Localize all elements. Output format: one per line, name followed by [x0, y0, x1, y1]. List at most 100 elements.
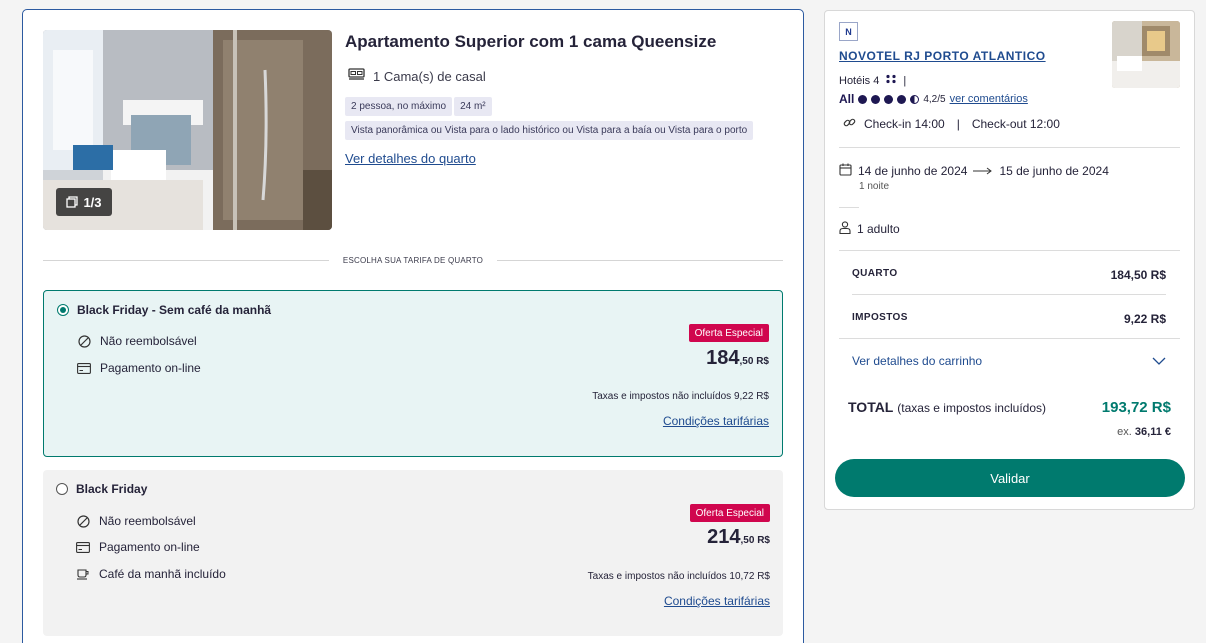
price-main: 184: [706, 347, 740, 369]
photo-counter-text: 1/3: [83, 194, 102, 210]
coffee-cup-icon: [76, 567, 90, 581]
tag-capacity: 2 pessoa, no máximo: [345, 97, 453, 116]
date-from: 14 de junho de 2024: [858, 164, 968, 178]
rate-conditions-link[interactable]: Condições tarifárias: [663, 414, 769, 428]
room-title: Apartamento Superior com 1 cama Queensiz…: [345, 32, 717, 51]
feature-online-payment: Pagamento on-line: [77, 361, 201, 375]
novotel-logo: N: [839, 22, 858, 41]
bed-label: 1 Cama(s) de casal: [373, 68, 486, 84]
validate-button[interactable]: Validar: [835, 459, 1185, 497]
special-offer-badge: Oferta Especial: [688, 324, 769, 342]
rate-section-label: ESCOLHA SUA TARIFA DE QUARTO: [342, 256, 484, 265]
stay-dates: 14 de junho de 2024 15 de junho de 2024: [839, 163, 1109, 179]
room-details-link[interactable]: Ver detalhes do quarto: [345, 151, 476, 166]
tag-size: 24 m²: [454, 97, 492, 116]
rating-dot-icon: [871, 94, 881, 104]
rating-score: 4,2/5: [923, 93, 946, 105]
room-tags: 2 pessoa, no máximo 24 m² Vista panorâmic…: [345, 96, 765, 144]
room-card: 1/3 Apartamento Superior com 1 cama Quee…: [22, 9, 804, 643]
rating-dot-icon: [897, 94, 907, 104]
divider-line-left: [43, 260, 329, 261]
hotel-category: Hotéis 4 |: [839, 74, 906, 87]
feature-label: Café da manhã incluído: [99, 567, 226, 581]
no-entry-icon: [76, 514, 90, 528]
hotel-rating: All 4,2/5 ver comentários: [839, 92, 1028, 106]
rate-conditions-link[interactable]: Condições tarifárias: [664, 594, 770, 608]
feature-label: Pagamento on-line: [100, 361, 201, 375]
price-cents: ,50 R$: [739, 356, 769, 367]
rate-radio-selected[interactable]: [57, 304, 69, 316]
room-price-line: QUARTO 184,50 R$: [852, 268, 1166, 282]
person-icon: [839, 221, 851, 237]
category-label: Hotéis 4: [839, 74, 880, 87]
hotel-name-link[interactable]: NOVOTEL RJ PORTO ATLANTICO: [839, 49, 1046, 63]
reviews-link[interactable]: ver comentários: [950, 93, 1028, 105]
feature-label: Não reembolsável: [100, 334, 197, 348]
photo-counter[interactable]: 1/3: [56, 188, 112, 216]
arrow-right-icon: [973, 164, 993, 178]
tax-note: Taxas e impostos não incluídos 9,22 R$: [592, 391, 769, 402]
cart-details-label: Ver detalhes do carrinho: [852, 354, 983, 368]
guest-label: 1 adulto: [857, 222, 900, 236]
feature-breakfast-included: Café da manhã incluído: [76, 567, 226, 581]
link-icon: [843, 116, 856, 132]
feature-label: Não reembolsável: [99, 514, 196, 528]
feature-label: Pagamento on-line: [99, 540, 200, 554]
guest-count: 1 adulto: [839, 221, 900, 237]
room-photo[interactable]: 1/3: [43, 30, 332, 230]
rate-radio[interactable]: [56, 483, 68, 495]
tax-value: 9,22 R$: [1123, 312, 1166, 326]
feature-non-refundable: Não reembolsável: [76, 514, 196, 528]
no-entry-icon: [77, 334, 91, 348]
rate-price: 214,50 R$: [707, 526, 770, 549]
date-to: 15 de junho de 2024: [999, 164, 1109, 178]
booking-summary: N NOVOTEL RJ PORTO ATLANTICO Hotéis 4 | …: [824, 10, 1195, 510]
feature-online-payment: Pagamento on-line: [76, 540, 200, 554]
total-label: TOTAL (taxas e impostos incluídos): [848, 399, 1046, 415]
tax-note: Taxas e impostos não incluídos 10,72 R$: [587, 571, 770, 582]
credit-card-icon: [77, 361, 91, 375]
converted-price: ex. 36,11 €: [1117, 426, 1171, 438]
rate-name: Black Friday: [76, 482, 148, 496]
rate-option-black-friday[interactable]: Black Friday Não reembolsável Pagamento …: [43, 470, 783, 636]
divider-short: [839, 207, 859, 208]
checkout-time: Check-out 12:00: [971, 117, 1060, 131]
bed-icon: [348, 68, 365, 84]
rate-price: 184,50 R$: [706, 347, 769, 370]
price-main: 214: [707, 526, 741, 548]
rating-dot-icon: [858, 94, 868, 104]
room-price-value: 184,50 R$: [1110, 268, 1166, 282]
divider: [852, 294, 1166, 295]
price-cents: ,50 R$: [740, 535, 770, 546]
nights-count: 1 noite: [859, 181, 890, 192]
special-offer-badge: Oferta Especial: [689, 504, 770, 522]
converted-value: 36,11 €: [1134, 426, 1171, 438]
rating-dot-icon: [884, 94, 894, 104]
checkin-separator: |: [956, 117, 960, 131]
bed-info: 1 Cama(s) de casal: [348, 68, 486, 84]
hotel-thumbnail: [1112, 21, 1180, 88]
rate-section-divider: ESCOLHA SUA TARIFA DE QUARTO: [43, 256, 784, 265]
tax-line: IMPOSTOS 9,22 R$: [852, 312, 1166, 326]
total-title: TOTAL: [848, 399, 894, 415]
rate-option-black-friday-no-breakfast[interactable]: Black Friday - Sem café da manhã Não ree…: [43, 290, 783, 457]
calendar-icon: [839, 163, 852, 179]
gallery-icon: [66, 196, 79, 208]
total-row: TOTAL (taxas e impostos incluídos) 193,7…: [848, 399, 1171, 416]
rating-dot-half-icon: [910, 94, 920, 104]
credit-card-icon: [76, 540, 90, 554]
divider: [839, 147, 1180, 148]
category-stars-icon: [885, 74, 897, 87]
chevron-down-icon: [1152, 354, 1166, 368]
feature-non-refundable: Não reembolsável: [77, 334, 197, 348]
all-brand-label: All: [839, 92, 855, 106]
converted-label: ex.: [1117, 426, 1132, 438]
total-value: 193,72 R$: [1101, 399, 1171, 416]
divider: [839, 250, 1180, 251]
divider: [839, 338, 1180, 339]
checkin-time: Check-in 14:00: [864, 117, 945, 131]
checkin-checkout: Check-in 14:00 | Check-out 12:00: [843, 116, 1060, 132]
cart-details-toggle[interactable]: Ver detalhes do carrinho: [852, 354, 1166, 368]
hotel-thumbnail-image: [1112, 21, 1180, 88]
tag-view: Vista panorâmica ou Vista para o lado hi…: [345, 121, 754, 140]
